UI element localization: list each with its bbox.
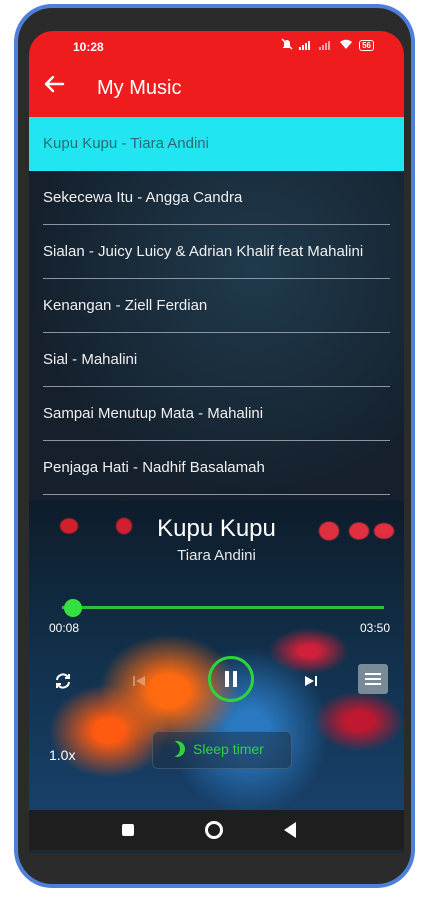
system-nav-bar <box>29 810 404 850</box>
list-icon-line <box>365 683 381 685</box>
player-panel: Kupu Kupu Tiara Andini 00:08 03:50 1.0x … <box>29 501 404 811</box>
recents-button[interactable] <box>122 824 134 836</box>
battery-icon: 56 <box>359 40 374 51</box>
total-time: 03:50 <box>359 621 390 635</box>
page-title: My Music <box>97 77 182 99</box>
song-item-active[interactable]: Kupu Kupu - Tiara Andini <box>29 117 404 171</box>
arrow-left-icon <box>44 75 65 93</box>
pause-icon <box>225 671 229 687</box>
back-button[interactable] <box>43 73 73 103</box>
song-item[interactable]: Kenangan - Ziell Ferdian <box>29 279 404 333</box>
home-button[interactable] <box>205 821 223 839</box>
sleep-timer-button[interactable]: Sleep timer <box>152 731 292 769</box>
list-icon <box>365 673 381 675</box>
pause-icon-bar <box>233 671 237 687</box>
song-item[interactable]: Sialan - Juicy Luicy & Adrian Khalif fea… <box>29 225 404 279</box>
status-icons: 56 <box>281 38 374 53</box>
playback-speed[interactable]: 1.0x <box>49 747 75 763</box>
signal-icon <box>299 39 313 53</box>
back-nav-button[interactable] <box>284 822 296 838</box>
pause-button[interactable] <box>208 656 254 702</box>
status-time: 10:28 <box>73 40 104 54</box>
sleep-timer-label: Sleep timer <box>193 741 264 757</box>
skip-next-icon <box>305 676 317 686</box>
signal-icon-2 <box>319 39 333 53</box>
previous-button[interactable] <box>125 667 153 695</box>
next-button[interactable] <box>297 667 325 695</box>
song-item[interactable]: Sampai Menutup Mata - Mahalini <box>29 387 404 441</box>
queue-button[interactable] <box>358 664 388 694</box>
status-bar: 10:28 56 <box>29 31 404 59</box>
song-item[interactable]: Sial - Mahalini <box>29 333 404 387</box>
phone-frame: 10:28 56 My Music Kupu Kupu - Tiara Andi… <box>14 4 415 888</box>
battery-level: 56 <box>362 41 371 50</box>
current-time: 00:08 <box>49 621 80 635</box>
moon-icon <box>164 741 180 757</box>
song-item[interactable]: Sekecewa Itu - Angga Candra <box>29 171 404 225</box>
repeat-button[interactable] <box>49 667 77 695</box>
wifi-icon <box>339 39 353 53</box>
now-playing-artist: Tiara Andini <box>177 547 256 564</box>
skip-previous-icon <box>133 676 145 686</box>
song-item[interactable]: Penjaga Hati - Nadhif Basalamah <box>29 441 404 495</box>
app-screen: 10:28 56 My Music Kupu Kupu - Tiara Andi… <box>29 31 404 853</box>
list-icon-line <box>365 678 381 680</box>
phone-body: 10:28 56 My Music Kupu Kupu - Tiara Andi… <box>18 8 411 884</box>
mute-icon <box>281 38 293 53</box>
repeat-icon <box>56 673 70 689</box>
seek-bar[interactable] <box>62 606 384 609</box>
app-bar: My Music <box>29 59 404 117</box>
seek-thumb[interactable] <box>64 599 83 617</box>
song-list: Kupu Kupu - Tiara Andini Sekecewa Itu - … <box>29 117 404 501</box>
now-playing-title: Kupu Kupu <box>157 515 276 542</box>
